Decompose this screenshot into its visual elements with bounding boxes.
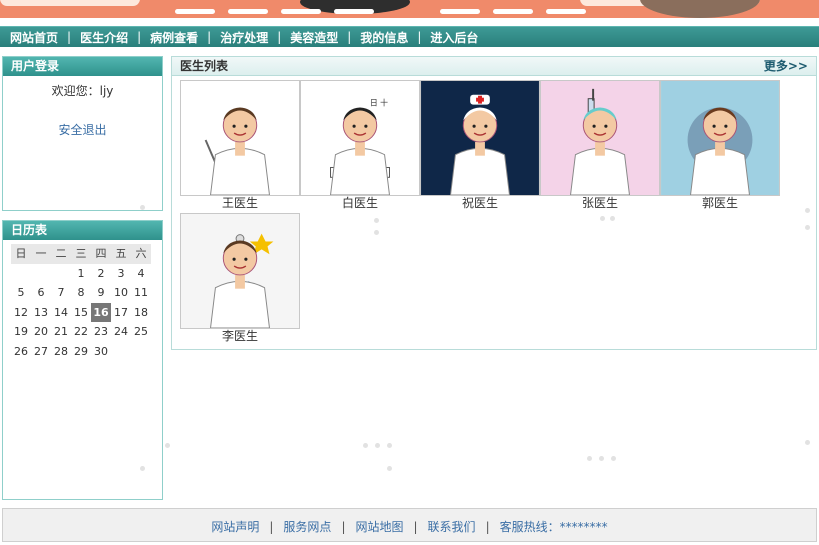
calendar-grid: 日一二三四五六 1 2 3 4 5 6 7 8 9 10 11 12 13 14 15 16 17 18 19 20 21… [11,244,154,361]
calendar-day[interactable]: 4 [131,264,151,284]
footer-link-contact[interactable]: 联系我们 [428,520,476,534]
doctor-name[interactable]: 郭医生 [660,196,780,211]
welcome-text: 欢迎您：ljy [51,84,114,98]
calendar-day[interactable]: 12 [11,303,31,323]
doctor-card[interactable]: 日 十白医生 [300,80,420,211]
calendar-day[interactable]: 20 [31,322,51,342]
calendar-day[interactable]: 5 [11,283,31,303]
footer-link-statement[interactable]: 网站声明 [211,520,259,534]
doctor-female-icon[interactable] [660,80,780,196]
footer: 网站声明 | 服务网点 | 网站地图 | 联系我们 | 客服热线：******** [2,508,817,542]
calendar-day[interactable]: 13 [31,303,51,323]
weekday-header: 二 [51,244,71,264]
weekday-header: 四 [91,244,111,264]
calendar-day[interactable]: 30 [91,342,111,362]
calendar-day[interactable]: 15 [71,303,91,323]
calendar-day[interactable]: 9 [91,283,111,303]
doctor-card[interactable]: 李医生 [180,213,300,344]
calendar-day[interactable]: 21 [51,322,71,342]
calendar-day[interactable]: 2 [91,264,111,284]
doctor-name[interactable]: 王医生 [180,196,300,211]
calendar-day[interactable]: 18 [131,303,151,323]
doctor-card[interactable]: 郭医生 [660,80,780,211]
calendar-day-today[interactable]: 16 [91,302,111,322]
calendar-day[interactable]: 27 [31,342,51,362]
doctor-sketch-icon[interactable]: 日 十 [300,80,420,196]
doctor-card[interactable]: 王医生 [180,80,300,211]
calendar-day[interactable]: 24 [111,322,131,342]
doctor-list-title: 医生列表 [180,59,229,73]
weekday-header: 一 [31,244,51,264]
doctor-name[interactable]: 张医生 [540,196,660,211]
weekday-header: 三 [71,244,91,264]
calendar-day[interactable]: 28 [51,342,71,362]
nav-my-info[interactable]: 我的信息 | [360,29,430,46]
calendar-day[interactable]: 1 [71,264,91,284]
nav-doctors[interactable]: 医生介绍 | [80,29,150,46]
calendar-panel-title: 日历表 [3,221,162,240]
calendar-blank [31,264,51,284]
weekday-header: 六 [131,244,151,264]
doctor-thumbsup-icon[interactable] [180,213,300,329]
nav-home[interactable]: 网站首页 | [10,29,80,46]
doctor-card[interactable]: 祝医生 [420,80,540,211]
footer-hotline: 客服热线：******** [499,520,608,534]
login-panel-title: 用户登录 [3,57,162,76]
nav-admin[interactable]: 进入后台 [430,29,478,46]
nav-cases[interactable]: 病例查看 | [150,29,220,46]
calendar-day[interactable]: 14 [51,303,71,323]
svg-text:日 十: 日 十 [370,98,388,108]
calendar-day[interactable]: 10 [111,283,131,303]
doctor-name[interactable]: 李医生 [180,329,300,344]
calendar-blank [51,264,71,284]
calendar-day[interactable]: 29 [71,342,91,362]
calendar-day[interactable]: 23 [91,322,111,342]
calendar-panel: 日历表 日一二三四五六 1 2 3 4 5 6 7 8 9 10 11 12 13 14 15 16 17 18 19… [2,220,163,500]
doctor-syringe-icon[interactable] [540,80,660,196]
header-banner [0,0,819,18]
calendar-day[interactable]: 3 [111,264,131,284]
calendar-day[interactable]: 11 [131,283,151,303]
calendar-day[interactable]: 6 [31,283,51,303]
doctor-cartoon-icon[interactable] [420,80,540,196]
main-nav: 网站首页 | 医生介绍 | 病例查看 | 治疗处理 | 美容造型 | 我的信息 | 进入后台 [0,26,819,47]
footer-link-service[interactable]: 服务网点 [283,520,331,534]
calendar-day[interactable]: 22 [71,322,91,342]
doctor-list-panel: 医生列表 更多>> 王医生日 十白医生 祝医生 张医生 郭医生 李医生 [171,56,817,350]
footer-link-sitemap[interactable]: 网站地图 [355,520,403,534]
login-panel: 用户登录 欢迎您：ljy 安全退出 [2,56,163,211]
calendar-day[interactable]: 25 [131,322,151,342]
calendar-day[interactable]: 8 [71,283,91,303]
more-link[interactable]: 更多>> [764,57,808,75]
weekday-header: 日 [11,244,31,264]
nav-grooming[interactable]: 美容造型 | [290,29,360,46]
nav-treatment[interactable]: 治疗处理 | [220,29,290,46]
doctor-glasses-icon[interactable] [180,80,300,196]
calendar-day[interactable]: 17 [111,303,131,323]
calendar-day[interactable]: 26 [11,342,31,362]
calendar-blank [11,264,31,284]
weekday-header: 五 [111,244,131,264]
calendar-day[interactable]: 19 [11,322,31,342]
calendar-day[interactable]: 7 [51,283,71,303]
doctor-name[interactable]: 白医生 [300,196,420,211]
logout-link[interactable]: 安全退出 [3,121,162,138]
doctor-card[interactable]: 张医生 [540,80,660,211]
doctor-name[interactable]: 祝医生 [420,196,540,211]
